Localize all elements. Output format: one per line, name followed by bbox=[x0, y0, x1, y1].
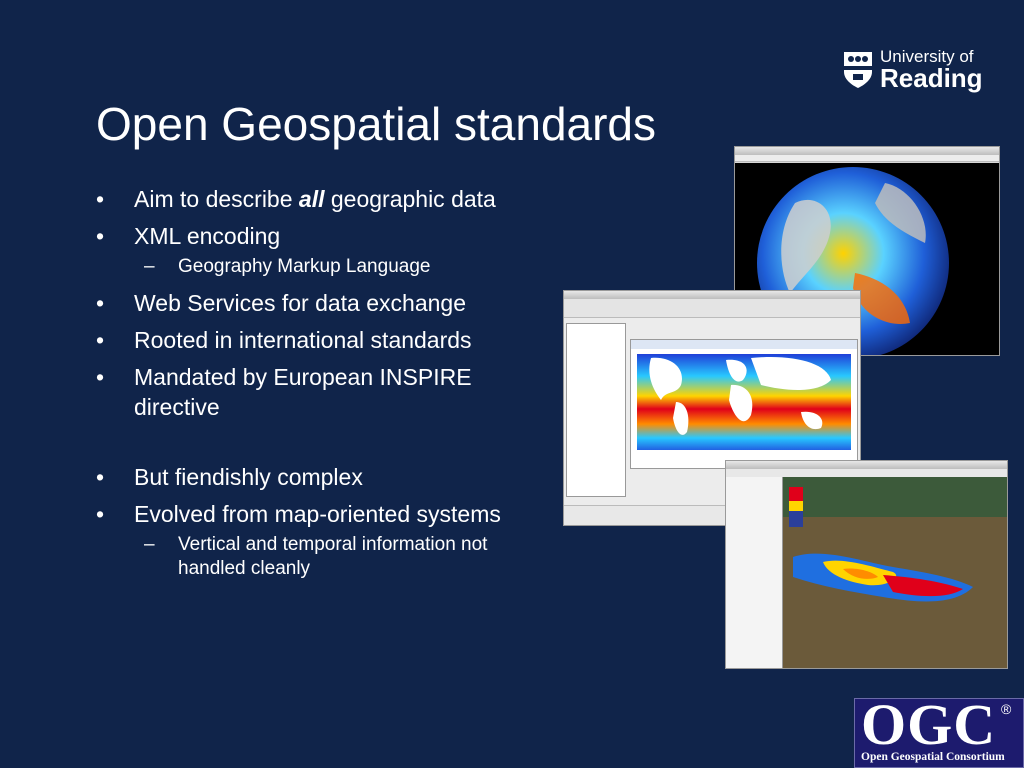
university-logo: University of Reading bbox=[842, 48, 983, 94]
ogc-logo: OGC ® Open Geospatial Consortium bbox=[854, 692, 1024, 768]
places-sidebar bbox=[726, 477, 783, 668]
slide-title: Open Geospatial standards bbox=[96, 98, 657, 150]
dash-glyph: – bbox=[144, 534, 155, 555]
ogc-letters: OGC bbox=[861, 692, 997, 757]
bullet-text: Aim to describe bbox=[134, 186, 299, 212]
registered-mark: ® bbox=[1001, 701, 1012, 717]
bullet-text: But fiendishly complex bbox=[134, 464, 363, 490]
layer-tree-panel bbox=[566, 323, 626, 497]
bullet-glyph: • bbox=[96, 327, 105, 353]
bullet-item: • Web Services for data exchange bbox=[96, 288, 526, 318]
bullet-item: • XML encoding bbox=[96, 221, 526, 251]
bullet-glyph: • bbox=[96, 464, 105, 490]
window-menubar bbox=[735, 155, 999, 162]
bullet-item: • Mandated by European INSPIRE directive bbox=[96, 362, 526, 422]
bullet-text: XML encoding bbox=[134, 223, 281, 249]
sub-bullet-text: Vertical and temporal information not ha… bbox=[178, 534, 488, 579]
bullet-list: • Aim to describe all geographic data • … bbox=[96, 184, 526, 590]
window-toolbar bbox=[564, 299, 860, 318]
bullet-item: • But fiendishly complex bbox=[96, 462, 526, 492]
bullet-item: • Aim to describe all geographic data bbox=[96, 184, 526, 214]
bullet-glyph: • bbox=[96, 186, 105, 212]
ogc-full-name: Open Geospatial Consortium bbox=[861, 751, 1005, 763]
world-map-image bbox=[631, 340, 857, 454]
earth-view bbox=[783, 477, 1007, 668]
bullet-glyph: • bbox=[96, 223, 105, 249]
crest-icon bbox=[844, 52, 872, 88]
reading-label: Reading bbox=[880, 63, 983, 93]
bullet-item: • Rooted in international standards bbox=[96, 325, 526, 355]
earth-viewer-screenshot bbox=[725, 460, 1008, 669]
sub-bullet-item: – Vertical and temporal information not … bbox=[96, 533, 526, 581]
bullet-item: • Evolved from map-oriented systems bbox=[96, 499, 526, 529]
window-titlebar bbox=[564, 291, 860, 299]
window-titlebar bbox=[735, 147, 999, 155]
bullet-emphasis: all bbox=[298, 186, 325, 212]
bullet-gap bbox=[96, 429, 526, 462]
bullet-glyph: • bbox=[96, 290, 105, 316]
bullet-text: Rooted in international standards bbox=[134, 327, 472, 353]
slide: University of Reading Open Geospatial st… bbox=[0, 0, 1024, 768]
bullet-text: Mandated by European INSPIRE directive bbox=[134, 364, 472, 420]
bullet-text: geographic data bbox=[324, 186, 496, 212]
bullet-glyph: • bbox=[96, 501, 105, 527]
bullet-glyph: • bbox=[96, 364, 105, 390]
sub-bullet-text: Geography Markup Language bbox=[178, 256, 431, 277]
dash-glyph: – bbox=[144, 256, 155, 277]
sub-bullet-item: – Geography Markup Language bbox=[96, 255, 526, 279]
window-titlebar bbox=[726, 461, 1007, 469]
mediterranean-image bbox=[783, 477, 1007, 668]
map-window bbox=[630, 339, 858, 469]
bullet-text: Web Services for data exchange bbox=[134, 290, 466, 316]
bullet-text: Evolved from map-oriented systems bbox=[134, 501, 501, 527]
